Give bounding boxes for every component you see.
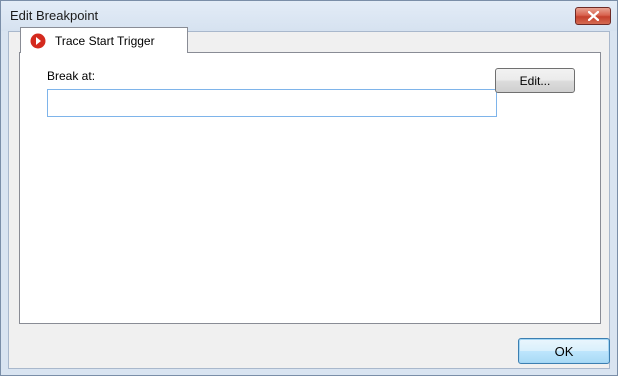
window-title: Edit Breakpoint bbox=[10, 8, 99, 23]
edit-button[interactable]: Edit... bbox=[495, 68, 575, 93]
close-button[interactable] bbox=[575, 7, 611, 25]
tab-trace-start-trigger[interactable]: Trace Start Trigger bbox=[20, 27, 188, 53]
trace-trigger-icon bbox=[30, 33, 46, 52]
break-at-label: Break at: bbox=[47, 69, 96, 83]
break-at-input[interactable] bbox=[47, 89, 497, 117]
ok-button[interactable]: OK bbox=[518, 338, 610, 364]
close-icon bbox=[588, 11, 599, 21]
tab-label: Trace Start Trigger bbox=[55, 34, 155, 48]
edit-breakpoint-dialog: Edit Breakpoint Trace Start Trigger Brea… bbox=[0, 0, 618, 376]
